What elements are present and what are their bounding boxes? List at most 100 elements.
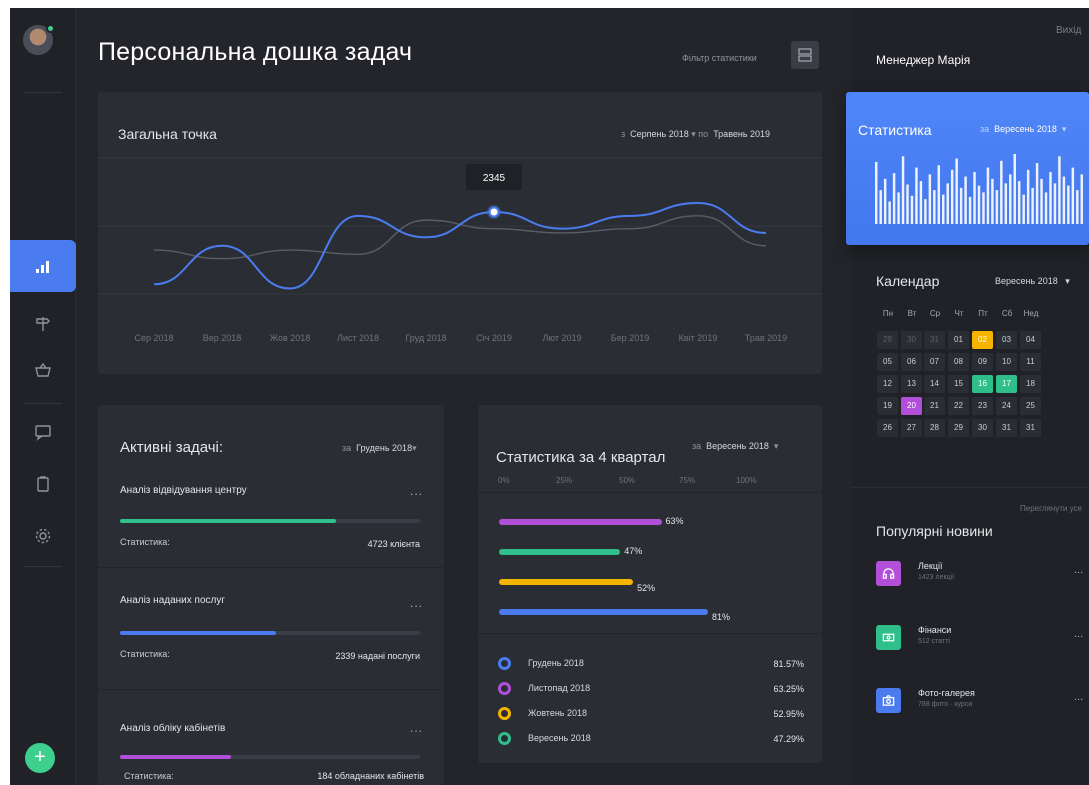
calendar-day[interactable]: 16 [972, 375, 993, 393]
period-prefix: за [692, 441, 702, 451]
online-indicator [46, 24, 55, 33]
sidebar-item-routes[interactable] [10, 298, 76, 350]
spark-bar [883, 178, 887, 224]
spark-bar [959, 187, 963, 224]
calendar-day[interactable]: 11 [1020, 353, 1041, 371]
see-all-link[interactable]: Переглянути усе [1020, 504, 1082, 513]
quarter-period[interactable]: за Вересень 2018 ▾ [692, 441, 778, 452]
calendar-day[interactable]: 01 [948, 331, 969, 349]
calendar-day[interactable]: 22 [948, 397, 969, 415]
date-range[interactable]: з Серпень 2018 ▾ по Травень 2019 [621, 129, 770, 140]
chevron-down-icon: ▾ [1056, 124, 1067, 134]
calendar-day[interactable]: 25 [1020, 397, 1041, 415]
calendar-day[interactable]: 09 [972, 353, 993, 371]
chat-icon [35, 425, 51, 441]
legend-value: 81.57% [773, 659, 804, 669]
calendar-day[interactable]: 04 [1020, 331, 1041, 349]
x-tick-label: Бер 2019 [611, 333, 649, 343]
add-button[interactable]: + [25, 743, 55, 773]
calendar-day[interactable]: 14 [924, 375, 945, 393]
period-value[interactable]: Вересень 2018 [994, 124, 1057, 134]
spark-bar [942, 194, 945, 224]
tasks-period[interactable]: за Грудень 2018▾ [342, 443, 417, 454]
calendar-day[interactable]: 31 [1020, 419, 1041, 437]
spark-bar [982, 192, 985, 224]
calendar-period[interactable]: Вересень 2018 ▾ [995, 276, 1070, 287]
spark-bar [1017, 181, 1021, 224]
period-value[interactable]: Грудень 2018 [356, 443, 412, 453]
more-options-button[interactable]: ... [1074, 564, 1083, 576]
task-stat-label: Статистика: [120, 537, 170, 547]
calendar-day[interactable]: 28 [924, 419, 945, 437]
camera-icon [882, 695, 895, 706]
calendar-day[interactable]: 30 [972, 419, 993, 437]
task-name: Аналіз відвідування центру [120, 485, 247, 496]
calendar-day[interactable]: 19 [877, 397, 898, 415]
news-item[interactable]: Фото-галерея 788 фото · курси ... [876, 688, 1089, 728]
news-icon-box [876, 688, 901, 713]
statistics-period[interactable]: за Вересень 2018 ▾ [980, 124, 1066, 135]
filter-label[interactable]: Фільтр статистики [682, 53, 757, 63]
calendar-day[interactable]: 18 [1020, 375, 1041, 393]
range-from[interactable]: Серпень 2018 [630, 129, 689, 139]
calendar-day[interactable]: 29 [877, 331, 898, 349]
period-value[interactable]: Вересень 2018 [995, 276, 1058, 286]
sidebar-item-settings[interactable] [10, 510, 76, 562]
calendar-day[interactable]: 07 [924, 353, 945, 371]
more-options-button[interactable]: ... [410, 484, 423, 498]
calendar-day[interactable]: 17 [996, 375, 1017, 393]
more-options-button[interactable]: ... [1074, 628, 1083, 640]
task-stat-label: Статистика: [124, 771, 174, 781]
news-item[interactable]: Фінанси 512 статті ... [876, 625, 1089, 665]
range-from-prefix: з [621, 129, 626, 139]
filter-button[interactable] [791, 41, 819, 69]
news-item[interactable]: Лекції 1423 лекції ... [876, 561, 1089, 601]
calendar-day[interactable]: 30 [901, 331, 922, 349]
more-options-button[interactable]: ... [1074, 691, 1083, 703]
quarter-bar-label: 52% [637, 583, 656, 593]
tasks-title: Активні задачі: [120, 439, 224, 456]
calendar-day[interactable]: 27 [901, 419, 922, 437]
range-to[interactable]: Травень 2019 [713, 129, 770, 139]
calendar-day[interactable]: 03 [996, 331, 1017, 349]
weekday-label: Ср [929, 309, 941, 318]
calendar-day[interactable]: 21 [924, 397, 945, 415]
user-name[interactable]: Менеджер Марія [876, 53, 970, 67]
calendar-day[interactable]: 26 [877, 419, 898, 437]
spark-bar [977, 185, 981, 224]
calendar-day[interactable]: 23 [972, 397, 993, 415]
spark-bar [875, 161, 878, 224]
sidebar-item-documents[interactable] [10, 458, 76, 510]
calendar-day[interactable]: 13 [901, 375, 922, 393]
calendar-day[interactable]: 15 [948, 375, 969, 393]
calendar-day[interactable]: 29 [948, 419, 969, 437]
calendar-day[interactable]: 05 [877, 353, 898, 371]
avatar[interactable] [23, 24, 55, 55]
spark-bar [1000, 160, 1003, 224]
spark-bar [1040, 178, 1043, 224]
chevron-down-icon: ▾ [1057, 276, 1070, 286]
period-prefix: за [342, 443, 352, 453]
sidebar-item-messages[interactable] [10, 406, 76, 458]
calendar-day[interactable]: 31 [924, 331, 945, 349]
scale-label: 50% [619, 476, 636, 485]
calendar-day[interactable]: 31 [996, 419, 1017, 437]
more-options-button[interactable]: ... [410, 721, 423, 735]
calendar-day[interactable]: 24 [996, 397, 1017, 415]
calendar-day[interactable]: 12 [877, 375, 898, 393]
calendar-day[interactable]: 06 [901, 353, 922, 371]
task-progress-fill [120, 755, 231, 759]
highlight-point[interactable] [488, 206, 500, 218]
calendar-day[interactable]: 20 [901, 397, 922, 415]
calendar-day[interactable]: 10 [996, 353, 1017, 371]
sidebar-item-statistics[interactable] [10, 240, 76, 292]
logout-link[interactable]: Вихід [1056, 25, 1081, 36]
sidebar-item-shop[interactable] [10, 344, 76, 396]
period-value[interactable]: Вересень 2018 [706, 441, 769, 451]
spark-bar [964, 176, 967, 224]
more-options-button[interactable]: ... [410, 596, 423, 610]
news-name: Фінанси [918, 625, 952, 635]
calendar-day[interactable]: 08 [948, 353, 969, 371]
legend-label: Вересень 2018 [528, 733, 591, 743]
calendar-day[interactable]: 02 [972, 331, 993, 349]
